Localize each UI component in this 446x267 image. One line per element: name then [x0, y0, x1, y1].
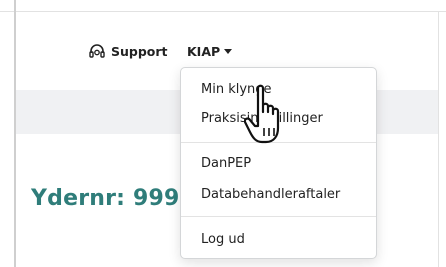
- partial-glyph: [4, 205, 12, 219]
- support-link[interactable]: Support: [89, 42, 168, 60]
- kiap-dropdown-toggle[interactable]: KIAP: [187, 42, 233, 60]
- support-label: Support: [111, 43, 168, 59]
- menu-item-praksisindstillinger[interactable]: Praksisindstillinger: [181, 106, 376, 132]
- page-heading: Ydernr: 999: [31, 186, 180, 211]
- menu-item-danpep[interactable]: DanPEP: [181, 151, 376, 177]
- headset-icon: [89, 44, 105, 58]
- caret-down-icon: [224, 49, 233, 54]
- menu-item-databehandleraftaler[interactable]: Databehandleraftaler: [181, 182, 376, 208]
- menu-divider: [181, 216, 376, 217]
- kiap-label: KIAP: [187, 43, 221, 59]
- kiap-dropdown-menu: Min klynge Praksisindstillinger DanPEP D…: [180, 67, 377, 259]
- menu-item-min-klynge[interactable]: Min klynge: [181, 77, 376, 103]
- window-right-border: [438, 11, 439, 267]
- menu-item-log-ud[interactable]: Log ud: [181, 227, 376, 253]
- menu-divider: [181, 142, 376, 143]
